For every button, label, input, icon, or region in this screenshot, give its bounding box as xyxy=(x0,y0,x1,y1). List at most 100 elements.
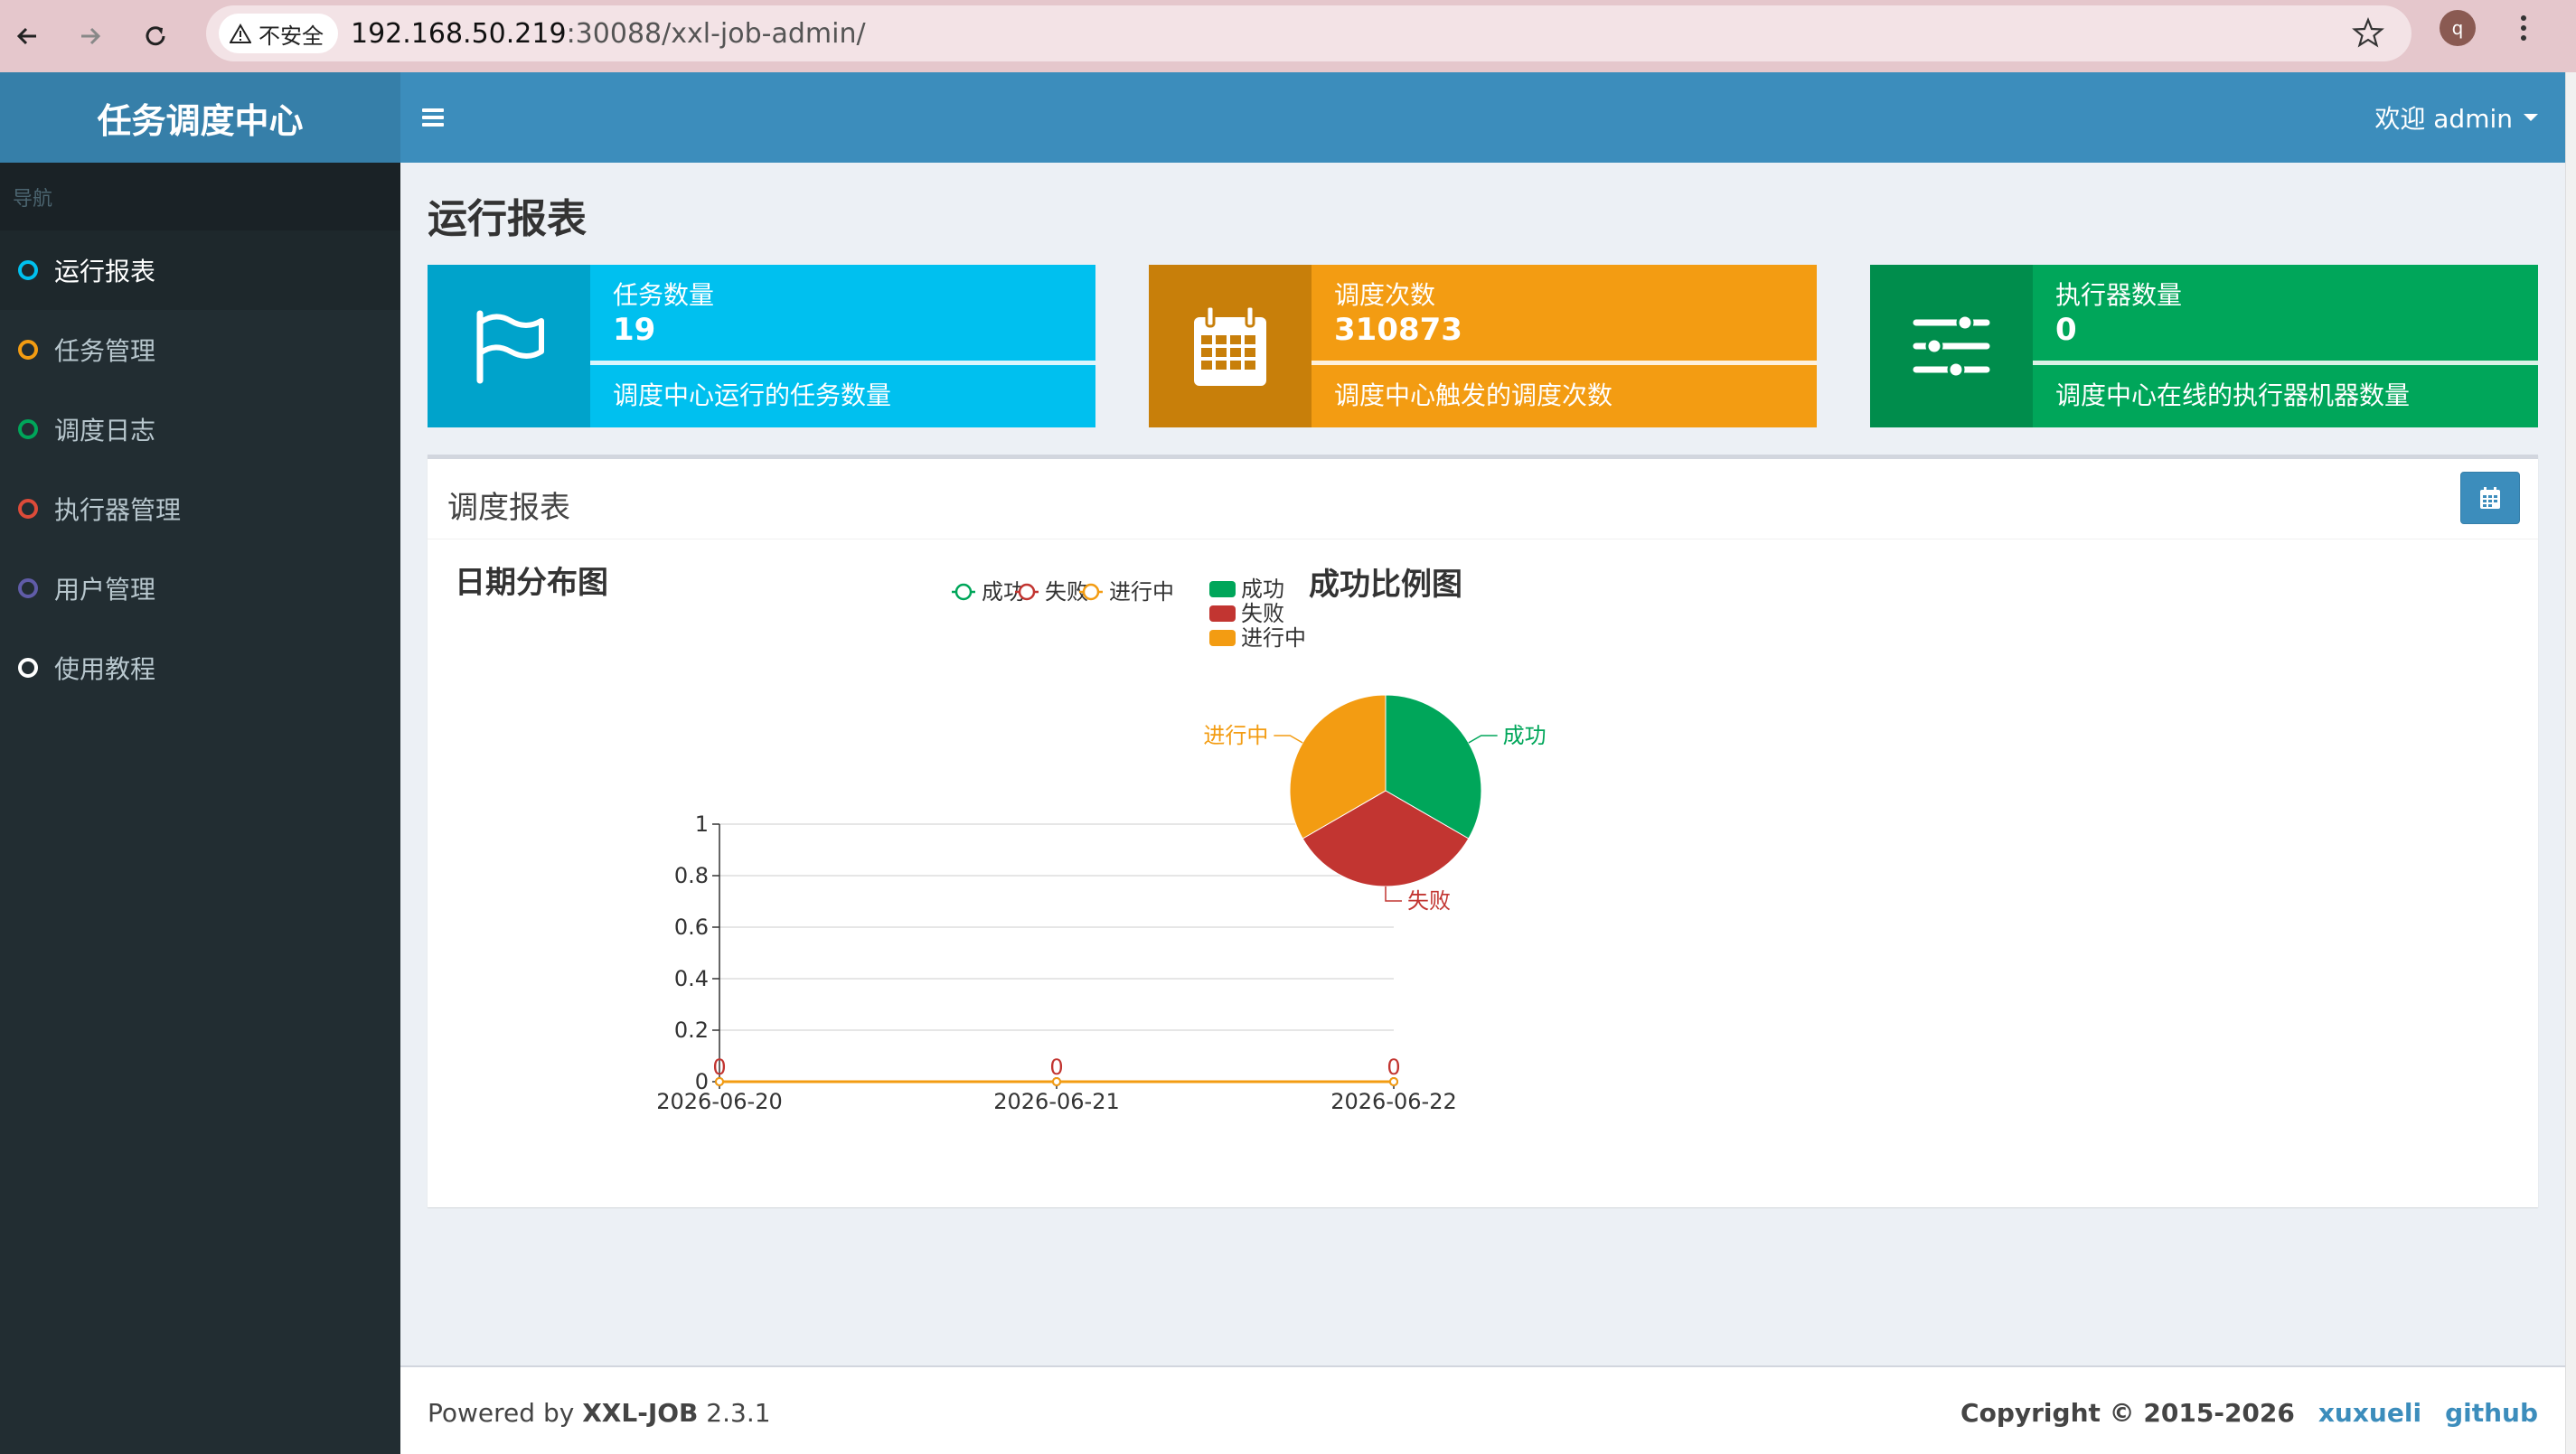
pie-label: 进行中 xyxy=(1203,723,1268,748)
sidebar-item-label: 任务管理 xyxy=(54,336,156,366)
security-chip[interactable]: 不安全 xyxy=(219,14,338,53)
info-progress-bar xyxy=(590,361,1095,365)
report-panel: 调度报表 日期分布图 成功 失败 进行中 0 0.2 0.4 0.6 0.8 1 2026-06-2… xyxy=(428,455,2538,1207)
pie-legend-swatch xyxy=(1209,630,1236,646)
sidebar-item-jobs[interactable]: 任务管理 xyxy=(0,310,400,389)
footer: Powered by XXL-JOB 2.3.1 Copyright © 201… xyxy=(400,1365,2565,1454)
report-charts: 日期分布图 成功 失败 进行中00.20.40.60.812026-06-20 2026… xyxy=(455,565,1547,1114)
y-tick-label: 0.2 xyxy=(674,1018,709,1043)
info-icon-wrap xyxy=(1149,265,1312,427)
page-title: 运行报表 xyxy=(428,196,587,242)
footer-links: Copyright © 2015-2026 xuxueli github xyxy=(1960,1398,2538,1428)
sidebar-item-label: 运行报表 xyxy=(54,257,156,286)
x-tick-label: 2026-06-22 xyxy=(1330,1089,1456,1114)
sidebar-item-executors[interactable]: 执行器管理 xyxy=(0,469,400,549)
info-progress-bar xyxy=(1312,361,1817,365)
pie-legend-label: 失败 xyxy=(1241,601,1284,626)
legend-marker xyxy=(1018,583,1036,601)
circle-icon xyxy=(18,578,38,598)
circle-icon xyxy=(18,419,38,439)
star-icon xyxy=(2352,17,2384,48)
circle-icon xyxy=(18,340,38,360)
info-desc: 调度中心触发的调度次数 xyxy=(1334,380,1613,410)
flag-icon xyxy=(476,310,544,384)
info-desc: 调度中心运行的任务数量 xyxy=(613,380,892,410)
author-link[interactable]: xuxueli xyxy=(2318,1398,2421,1428)
sidebar-toggle-icon[interactable] xyxy=(422,108,444,127)
brand-name: XXL-JOB xyxy=(582,1398,699,1428)
sidebar-item-report[interactable]: 运行报表 xyxy=(0,230,400,310)
browser-menu-button[interactable] xyxy=(2505,7,2542,49)
pie-legend-swatch xyxy=(1209,605,1236,622)
info-box-executors: 执行器数量 0 调度中心在线的执行器机器数量 xyxy=(1870,265,2538,427)
pie-legend-label: 进行中 xyxy=(1241,625,1306,651)
pie-label-line xyxy=(1468,735,1498,744)
pie-legend-swatch xyxy=(1209,581,1236,597)
info-icon-wrap xyxy=(1870,265,2033,427)
sliders-icon xyxy=(1913,314,1990,379)
back-arrow-icon xyxy=(16,27,36,45)
calendar-icon xyxy=(1194,305,1266,386)
legend-marker xyxy=(954,583,973,601)
x-tick-label: 2026-06-21 xyxy=(993,1089,1119,1114)
info-box-jobs: 任务数量 19 调度中心运行的任务数量 xyxy=(428,265,1095,427)
info-icon-wrap xyxy=(428,265,590,427)
sidebar-item-label: 执行器管理 xyxy=(54,495,182,525)
sidebar-item-label: 使用教程 xyxy=(54,654,156,684)
powered-prefix: Powered by xyxy=(428,1398,583,1428)
warning-icon xyxy=(230,23,251,43)
info-desc: 调度中心在线的执行器机器数量 xyxy=(2055,380,2411,410)
sidebar-item-label: 调度日志 xyxy=(54,416,156,446)
data-label: 0 xyxy=(712,1055,726,1080)
reload-icon xyxy=(146,26,165,46)
version-text: 2.3.1 xyxy=(698,1398,771,1428)
nav-list: 运行报表 任务管理 调度日志 执行器管理 用户管理 使用教程 xyxy=(0,230,400,708)
pie-chart-title: 成功比例图 xyxy=(1309,567,1462,603)
forward-arrow-icon xyxy=(81,27,101,45)
data-label: 0 xyxy=(1387,1055,1400,1080)
forward-button[interactable] xyxy=(65,11,116,61)
footer-powered: Powered by XXL-JOB 2.3.1 xyxy=(428,1398,771,1428)
data-label: 0 xyxy=(1049,1055,1063,1080)
profile-avatar[interactable]: q xyxy=(2440,10,2476,46)
legend-label: 进行中 xyxy=(1109,579,1174,605)
sidebar-item-label: 用户管理 xyxy=(54,575,156,605)
legend-marker xyxy=(1082,583,1100,601)
back-button[interactable] xyxy=(2,11,52,61)
reload-button[interactable] xyxy=(130,11,181,61)
info-value: 0 xyxy=(2055,312,2077,348)
y-tick-label: 0.8 xyxy=(674,863,709,888)
github-link[interactable]: github xyxy=(2445,1398,2538,1428)
y-tick-label: 0.6 xyxy=(674,915,709,940)
bookmark-button[interactable] xyxy=(2352,16,2384,52)
pie-label: 失败 xyxy=(1407,888,1451,914)
sidebar-item-help[interactable]: 使用教程 xyxy=(0,628,400,708)
x-tick-label: 2026-06-20 xyxy=(656,1089,782,1114)
info-progress-bar xyxy=(2033,361,2538,365)
info-label: 任务数量 xyxy=(613,280,715,310)
sidebar-item-logs[interactable]: 调度日志 xyxy=(0,389,400,469)
pie-label-line xyxy=(1385,886,1402,902)
app-logo[interactable]: 任务调度中心 xyxy=(0,72,400,163)
user-menu-label: 欢迎 admin xyxy=(2374,104,2513,134)
url-path: :30088/xxl-job-admin/ xyxy=(566,18,866,50)
info-value: 19 xyxy=(613,312,656,348)
pie-label-line xyxy=(1274,735,1303,744)
address-bar[interactable]: 不安全 192.168.50.219:30088/xxl-job-admin/ xyxy=(206,5,2411,61)
insecure-label: 不安全 xyxy=(259,23,324,49)
info-box-triggers: 调度次数 310873 调度中心触发的调度次数 xyxy=(1149,265,1817,427)
info-label: 调度次数 xyxy=(1334,280,1436,310)
page-scrollbar[interactable] xyxy=(2565,72,2576,1454)
sidebar-item-users[interactable]: 用户管理 xyxy=(0,549,400,628)
circle-icon xyxy=(18,260,38,280)
user-menu[interactable]: 欢迎 admin xyxy=(2374,99,2538,136)
circle-icon xyxy=(18,658,38,678)
sidebar: 任务调度中心 导航 运行报表 任务管理 调度日志 执行器管理 用户管理 使用教程 xyxy=(0,72,400,1454)
browser-toolbar: 不安全 192.168.50.219:30088/xxl-job-admin/ … xyxy=(0,0,2576,72)
y-tick-label: 1 xyxy=(695,811,709,837)
info-label: 执行器数量 xyxy=(2055,280,2183,310)
pie-label: 成功 xyxy=(1503,723,1547,748)
top-navbar: 欢迎 admin xyxy=(400,72,2565,163)
y-tick-label: 0.4 xyxy=(674,966,709,991)
url-text[interactable]: 192.168.50.219:30088/xxl-job-admin/ xyxy=(351,18,866,50)
